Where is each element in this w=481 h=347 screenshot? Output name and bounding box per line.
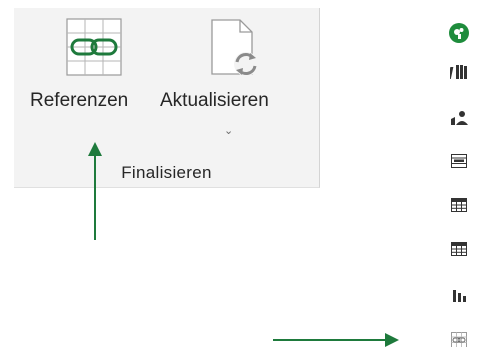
right-sidebar (436, 0, 481, 347)
link-table-small-icon[interactable] (448, 329, 470, 347)
green-circle-app-icon[interactable] (448, 22, 470, 44)
arrow-up-annotation (88, 142, 102, 240)
arrow-right-annotation (273, 333, 399, 347)
table-form-icon[interactable] (448, 150, 470, 172)
screen: Referenzen Aktualisieren ⌄ Finalisieren (0, 0, 481, 347)
person-reading-icon[interactable] (448, 107, 470, 129)
bar-chart-icon[interactable] (448, 284, 470, 306)
table-icon[interactable] (448, 194, 470, 216)
table-list-icon[interactable] (448, 238, 470, 260)
annotation-arrows (88, 142, 399, 347)
books-icon[interactable] (448, 61, 470, 83)
